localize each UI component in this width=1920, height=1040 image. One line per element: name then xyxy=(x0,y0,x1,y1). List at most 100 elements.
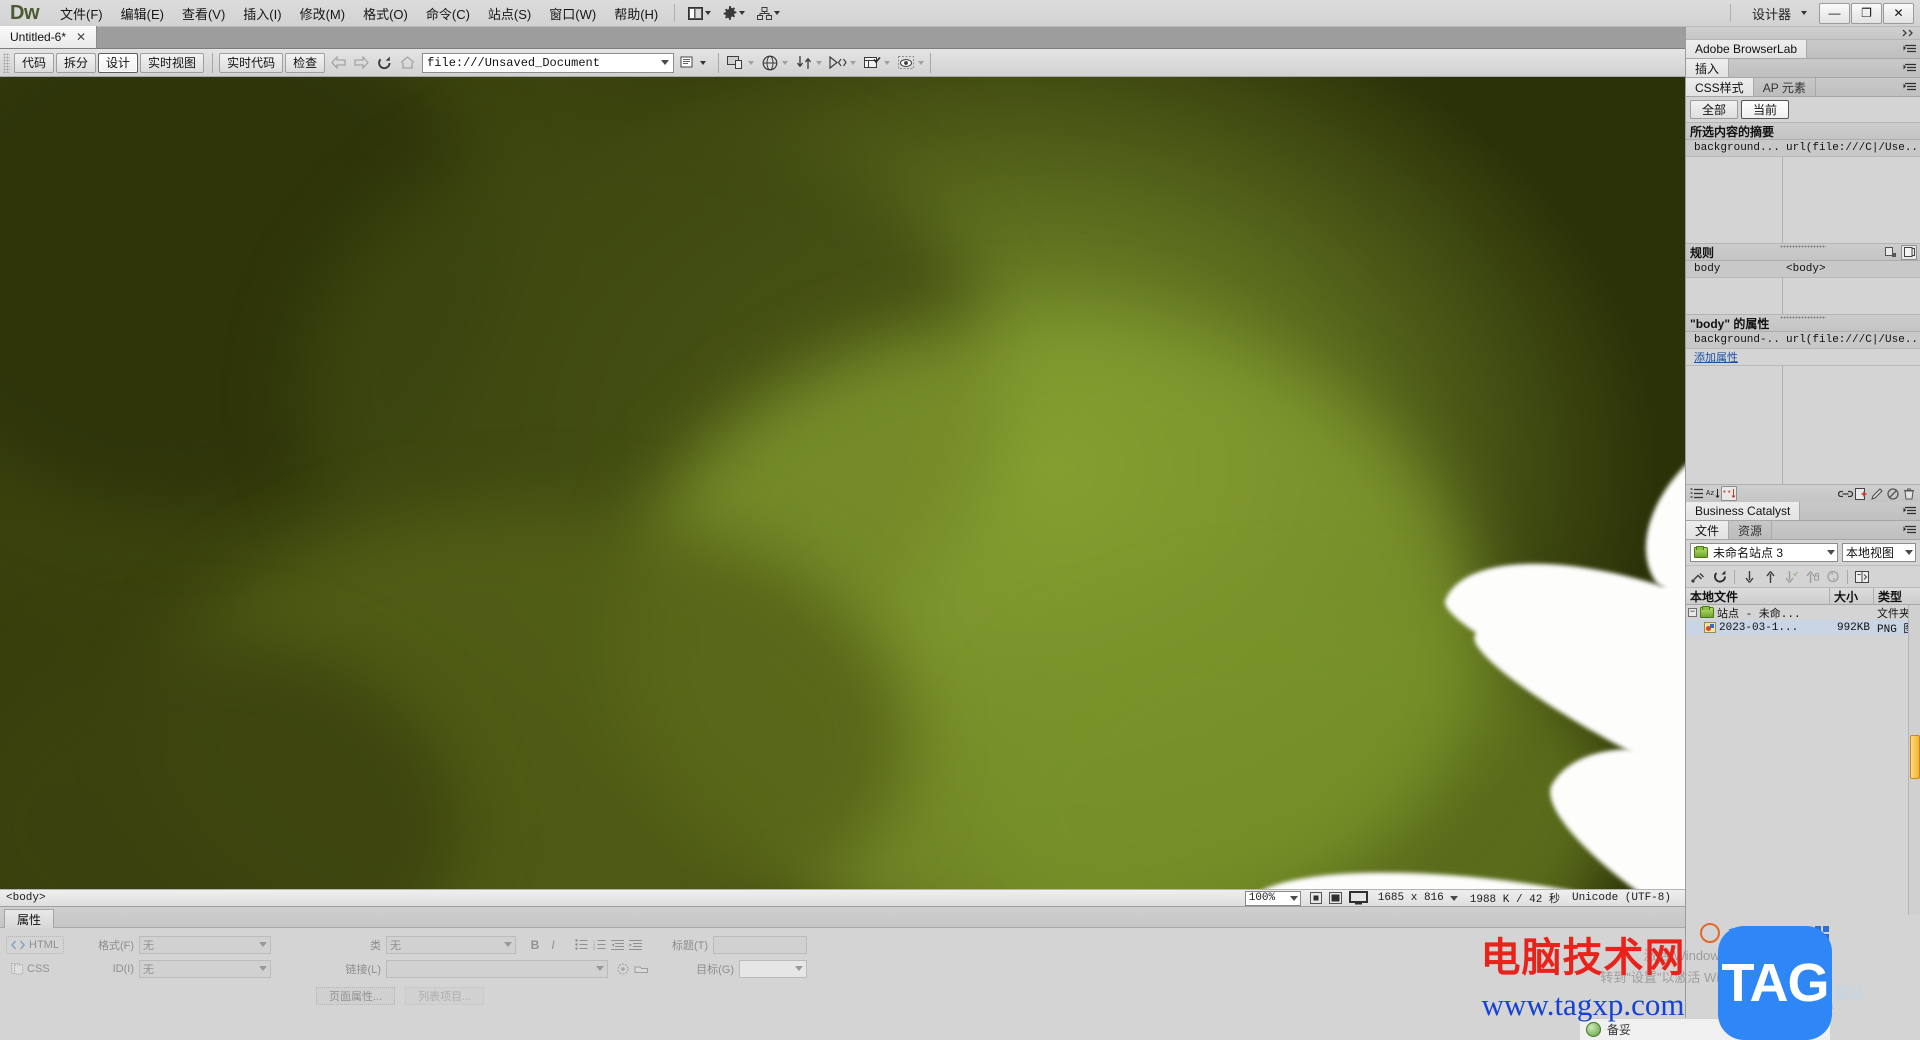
address-input[interactable] xyxy=(423,53,658,72)
view-button-design[interactable]: 设计 xyxy=(98,52,139,73)
refresh-icon[interactable] xyxy=(373,52,395,73)
indent-icon[interactable] xyxy=(626,936,644,954)
live-code-button[interactable]: 实时代码 xyxy=(219,52,284,73)
chevron-down-icon[interactable] xyxy=(782,60,789,65)
tab-files[interactable]: 文件 xyxy=(1686,521,1730,539)
minimize-button[interactable]: — xyxy=(1819,2,1850,24)
unordered-list-icon[interactable] xyxy=(572,936,590,954)
summary-row[interactable]: background... url(file:///C|/Use... xyxy=(1686,140,1920,157)
menu-edit[interactable]: 编辑(E) xyxy=(112,0,173,27)
list-item[interactable]: 2023-03-1... 992KB PNG 图 xyxy=(1686,620,1920,636)
new-css-rule-icon[interactable] xyxy=(1853,486,1869,501)
get-put-files-icon[interactable] xyxy=(793,52,815,73)
target-select[interactable] xyxy=(739,959,807,978)
column-splitter[interactable] xyxy=(1782,157,1783,243)
files-panel-menu-icon[interactable] xyxy=(1900,521,1920,539)
document-tab[interactable]: Untitled-6* ✕ xyxy=(0,26,98,48)
menu-window[interactable]: 窗口(W) xyxy=(540,0,605,27)
column-local-files[interactable]: 本地文件 xyxy=(1686,587,1830,605)
link-input[interactable] xyxy=(386,959,608,978)
get-files-icon[interactable] xyxy=(1739,568,1759,585)
add-property-row[interactable]: 添加属性 xyxy=(1686,349,1920,366)
edit-rule-icon[interactable] xyxy=(1869,486,1885,501)
mobile-size-icon[interactable] xyxy=(1306,891,1326,906)
rules-list-body[interactable] xyxy=(1686,278,1920,314)
collapse-twisty-icon[interactable]: − xyxy=(1688,608,1697,617)
browse-folder-icon[interactable] xyxy=(614,960,632,978)
file-management-icon[interactable] xyxy=(677,52,699,73)
chevron-down-icon[interactable] xyxy=(850,60,857,65)
css-mode-button[interactable]: CSS xyxy=(6,960,64,978)
check-out-icon[interactable] xyxy=(1781,568,1801,585)
cascade-view-icon[interactable] xyxy=(1883,245,1899,260)
desktop-size-icon[interactable] xyxy=(1346,891,1372,906)
close-icon[interactable]: ✕ xyxy=(76,30,86,44)
menu-modify[interactable]: 修改(M) xyxy=(291,0,355,27)
site-network-dropdown-button[interactable] xyxy=(751,5,786,22)
css-panel-menu-icon[interactable] xyxy=(1900,78,1920,96)
address-dropdown-button[interactable] xyxy=(657,60,673,65)
menu-view[interactable]: 查看(V) xyxy=(173,0,234,27)
view-button-live[interactable]: 实时视图 xyxy=(140,52,205,73)
column-splitter[interactable] xyxy=(1782,278,1783,314)
menu-insert[interactable]: 插入(I) xyxy=(234,0,290,27)
live-view-options-icon[interactable] xyxy=(895,52,917,73)
chevron-down-icon[interactable] xyxy=(884,60,891,65)
tab-browserlab[interactable]: Adobe BrowserLab xyxy=(1686,40,1808,58)
check-in-icon[interactable] xyxy=(1802,568,1822,585)
menu-help[interactable]: 帮助(H) xyxy=(605,0,667,27)
inspect-button[interactable]: 检查 xyxy=(285,52,326,73)
bold-icon[interactable]: B xyxy=(526,936,544,954)
column-splitter[interactable] xyxy=(1782,366,1783,484)
chevron-down-icon[interactable] xyxy=(1449,895,1458,901)
tab-ap-elements[interactable]: AP 元素 xyxy=(1753,78,1816,96)
files-tree[interactable]: − 站点 - 未命... 文件夹 2023-03-1... 992KB PNG … xyxy=(1686,605,1920,915)
toolbar-grip[interactable] xyxy=(3,52,10,73)
site-select[interactable]: 未命名站点 3 xyxy=(1690,543,1838,562)
connect-icon[interactable] xyxy=(1689,568,1709,585)
insert-panel-menu-icon[interactable] xyxy=(1900,59,1920,77)
title-input[interactable] xyxy=(713,935,807,954)
delete-property-icon[interactable] xyxy=(1901,486,1917,501)
code-navigator-icon[interactable] xyxy=(827,52,849,73)
refresh-icon[interactable] xyxy=(1710,568,1730,585)
browserlab-panel-menu-icon[interactable] xyxy=(1900,40,1920,58)
extend-gear-dropdown-button[interactable] xyxy=(717,4,751,22)
disable-property-icon[interactable] xyxy=(1885,486,1901,501)
page-properties-button[interactable]: 页面属性... xyxy=(316,986,396,1005)
css-mode-current-button[interactable]: 当前 xyxy=(1741,100,1790,119)
rule-row[interactable]: body <body> xyxy=(1686,261,1920,278)
set-properties-view-icon[interactable]: ** xyxy=(1721,486,1737,501)
tab-css-styles[interactable]: CSS样式 xyxy=(1686,78,1754,96)
column-type[interactable]: 类型 xyxy=(1874,588,1920,605)
multiscreen-preview-icon[interactable] xyxy=(725,52,747,73)
put-files-icon[interactable] xyxy=(1760,568,1780,585)
zoom-select[interactable]: 100% xyxy=(1244,890,1301,906)
view-button-split[interactable]: 拆分 xyxy=(56,52,97,73)
address-bar[interactable] xyxy=(422,52,675,73)
ordered-list-icon[interactable]: 123 xyxy=(590,936,608,954)
restore-button[interactable]: ❐ xyxy=(1851,2,1882,24)
layout-dropdown-button[interactable] xyxy=(682,5,717,22)
panel-resize-grip[interactable] xyxy=(1780,245,1826,248)
forward-arrow-icon[interactable] xyxy=(350,52,372,73)
chevron-down-icon[interactable] xyxy=(748,60,755,65)
tab-business-catalyst[interactable]: Business Catalyst xyxy=(1686,502,1801,520)
about-view-icon[interactable] xyxy=(1901,244,1917,260)
tab-assets[interactable]: 资源 xyxy=(1729,521,1773,539)
list-item-button[interactable]: 列表项目... xyxy=(405,986,485,1005)
italic-icon[interactable]: I xyxy=(544,936,562,954)
summary-list-body[interactable] xyxy=(1686,157,1920,243)
design-canvas[interactable] xyxy=(0,77,1685,889)
menu-format[interactable]: 格式(O) xyxy=(354,0,417,27)
expand-icon[interactable] xyxy=(1852,568,1872,585)
synchronize-icon[interactable] xyxy=(1823,568,1843,585)
home-icon[interactable] xyxy=(396,52,418,73)
column-size[interactable]: 大小 xyxy=(1830,587,1874,605)
preview-in-browser-icon[interactable] xyxy=(759,52,781,73)
visual-aids-icon[interactable] xyxy=(861,52,883,73)
workspace-switcher[interactable]: 设计器 xyxy=(1738,2,1813,25)
files-scroll-thumb[interactable] xyxy=(1910,735,1920,779)
panel-resize-grip[interactable] xyxy=(1780,316,1826,319)
format-select[interactable]: 无 xyxy=(139,935,271,954)
